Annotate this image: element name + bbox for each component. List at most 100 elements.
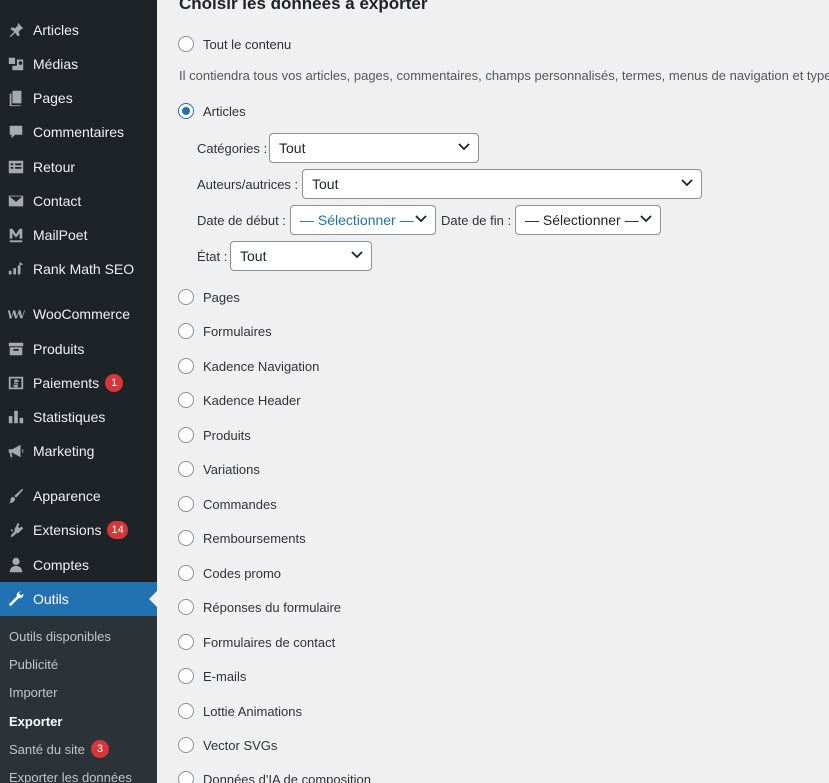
sidebar-item-pages[interactable]: Pages — [0, 81, 157, 115]
radio-label: Kadence Header — [203, 392, 301, 408]
radio-button[interactable] — [178, 496, 194, 512]
submenu-exporter-les-donnees[interactable]: Exporter les données — [9, 767, 132, 783]
section-title: Choisir les données à exporter — [179, 0, 428, 13]
status-select[interactable]: Tout — [230, 241, 372, 271]
radio-button[interactable] — [178, 737, 194, 753]
radio-button[interactable] — [178, 599, 194, 615]
sidebar-item-statistiques[interactable]: Statistiques — [0, 400, 157, 434]
sidebar-item-produits[interactable]: Produits — [0, 332, 157, 366]
sidebar-item-label: Marketing — [33, 443, 95, 459]
radio-label: Pages — [203, 289, 240, 305]
submenu-outils-disponibles[interactable]: Outils disponibles — [9, 626, 111, 646]
woocommerce-icon — [6, 304, 26, 324]
sidebar-item-contact[interactable]: Contact — [0, 184, 157, 218]
start-date-select[interactable]: — Sélectionner — — [290, 205, 436, 235]
sidebar-item-woocommerce[interactable]: WooCommerce — [0, 297, 157, 331]
radio-produits[interactable]: Produits — [178, 427, 251, 443]
radio-label: Remboursements — [203, 530, 306, 546]
radio-formulaires-de-contact[interactable]: Formulaires de contact — [178, 634, 335, 650]
radio-label: Réponses du formulaire — [203, 599, 342, 615]
radio-remboursements[interactable]: Remboursements — [178, 530, 306, 546]
categories-select[interactable]: Tout — [269, 133, 479, 163]
chevron-down-icon — [681, 178, 693, 188]
megaphone-icon — [6, 441, 26, 461]
pages-icon — [6, 88, 26, 108]
outils-submenu: Outils disponibles Publicité Importer Ex… — [0, 616, 157, 783]
authors-select[interactable]: Tout — [302, 169, 702, 199]
authors-label: Auteurs/autrices : — [197, 177, 299, 192]
radio-tout-le-contenu[interactable]: Tout le contenu — [178, 36, 291, 52]
sidebar-item-label: Contact — [33, 193, 82, 209]
radio-button[interactable] — [178, 634, 194, 650]
start-date-label: Date de début : — [197, 213, 286, 228]
submenu-publicite[interactable]: Publicité — [9, 654, 58, 674]
media-icon — [6, 54, 26, 74]
bar-chart-icon — [6, 407, 26, 427]
comments-icon — [6, 122, 26, 142]
end-date-label: Date de fin : — [441, 213, 512, 228]
sidebar-item-apparence[interactable]: Apparence — [0, 479, 157, 513]
radio-lottie-animations[interactable]: Lottie Animations — [178, 703, 302, 719]
sidebar-item-label: Paiements — [33, 375, 100, 391]
radio-donnees-ia-composition[interactable]: Données d'IA de composition — [178, 771, 371, 783]
radio-formulaires[interactable]: Formulaires — [178, 323, 272, 339]
radio-button[interactable] — [178, 461, 194, 477]
radio-e-mails[interactable]: E-mails — [178, 668, 246, 684]
radio-button[interactable] — [178, 427, 194, 443]
paiements-count-badge: 1 — [105, 374, 124, 392]
radio-button[interactable] — [178, 771, 194, 783]
radio-label: Vector SVGs — [203, 737, 278, 753]
radio-button[interactable] — [178, 392, 194, 408]
sidebar-item-rank-math-seo[interactable]: Rank Math SEO — [0, 252, 157, 286]
sidebar-item-label: Outils — [33, 591, 69, 607]
sidebar-item-label: Rank Math SEO — [33, 261, 135, 277]
radio-articles[interactable]: Articles — [178, 103, 246, 119]
radio-button[interactable] — [178, 289, 194, 305]
radio-pages[interactable]: Pages — [178, 289, 240, 305]
radio-kadence-navigation[interactable]: Kadence Navigation — [178, 358, 319, 374]
sidebar-item-medias[interactable]: Médias — [0, 47, 157, 81]
radio-label: Kadence Navigation — [203, 358, 320, 374]
radio-button[interactable] — [178, 565, 194, 581]
payments-icon — [6, 373, 26, 393]
radio-button[interactable] — [178, 530, 194, 546]
sidebar-item-comptes[interactable]: Comptes — [0, 548, 157, 582]
sidebar-item-label: Extensions — [33, 522, 102, 538]
select-value: — Sélectionner — — [525, 212, 639, 228]
sidebar-item-commentaires[interactable]: Commentaires — [0, 115, 157, 149]
sidebar-item-articles[interactable]: Articles — [0, 13, 157, 47]
radio-variations[interactable]: Variations — [178, 461, 260, 477]
radio-codes-promo[interactable]: Codes promo — [178, 565, 281, 581]
submenu-sante-du-site[interactable]: Santé du site 3 — [9, 739, 109, 759]
sidebar-item-extensions[interactable]: Extensions 14 — [0, 513, 157, 547]
radio-reponses-du-formulaire[interactable]: Réponses du formulaire — [178, 599, 341, 615]
radio-button[interactable] — [178, 323, 194, 339]
radio-button[interactable] — [178, 36, 194, 52]
sidebar-item-label: Apparence — [33, 488, 101, 504]
radio-button[interactable] — [178, 358, 194, 374]
envelope-icon — [6, 191, 26, 211]
radio-vector-svgs[interactable]: Vector SVGs — [178, 737, 277, 753]
submenu-importer[interactable]: Importer — [9, 682, 57, 702]
extensions-count-badge: 14 — [107, 521, 128, 539]
submenu-exporter[interactable]: Exporter — [9, 711, 62, 731]
radio-button-checked[interactable] — [178, 103, 194, 119]
sidebar-item-label: WooCommerce — [33, 306, 130, 322]
sidebar-item-outils[interactable]: Outils — [0, 582, 157, 616]
radio-button[interactable] — [178, 703, 194, 719]
radio-label: Produits — [203, 427, 251, 443]
sidebar-item-mailpoet[interactable]: MailPoet — [0, 218, 157, 252]
end-date-select[interactable]: — Sélectionner — — [515, 205, 661, 235]
wrench-icon — [6, 589, 26, 609]
sidebar-item-paiements[interactable]: Paiements 1 — [0, 366, 157, 400]
sidebar-item-marketing[interactable]: Marketing — [0, 434, 157, 468]
sidebar-item-retour[interactable]: Retour — [0, 150, 157, 184]
radio-kadence-header[interactable]: Kadence Header — [178, 392, 301, 408]
radio-button[interactable] — [178, 668, 194, 684]
radio-label: Variations — [203, 461, 260, 477]
radio-commandes[interactable]: Commandes — [178, 496, 277, 512]
chevron-down-icon — [640, 214, 652, 224]
user-icon — [6, 555, 26, 575]
mailpoet-icon — [6, 225, 26, 245]
sidebar-item-label: Comptes — [33, 557, 90, 573]
